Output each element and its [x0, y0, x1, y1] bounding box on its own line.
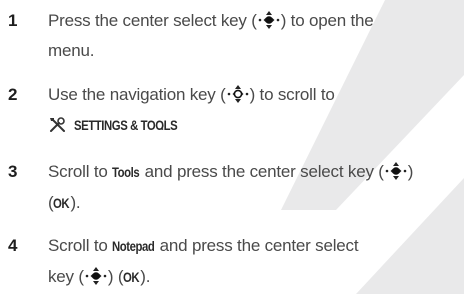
- settings-tools-icon: [50, 117, 65, 132]
- step-number: 4: [8, 236, 18, 255]
- step-number: 3: [8, 162, 18, 181]
- step-number: 2: [8, 85, 18, 104]
- step-text: Scroll to Tools and press the center sel…: [48, 157, 458, 219]
- menu-item: Notepad: [112, 239, 155, 254]
- step-number: 1: [8, 11, 18, 30]
- step-text: Scroll to Notepad and press the center s…: [48, 231, 458, 293]
- step-text: Press the center select key ( ) to open …: [48, 11, 374, 60]
- softkey-label: OK: [53, 196, 70, 211]
- center-select-key-icon: [258, 11, 279, 29]
- center-select-key-icon: [385, 162, 407, 180]
- softkey-label: OK: [123, 270, 140, 285]
- center-select-key-icon: [85, 267, 107, 285]
- step-text: Use the navigation key ( ) to scroll to: [48, 80, 458, 141]
- instruction-steps: 1 Press the center select key ( ) to ope…: [0, 0, 464, 294]
- menu-item: Tools: [112, 165, 140, 180]
- menu-name: SETTINGS & TOOLS: [74, 118, 178, 133]
- navigation-key-icon: [227, 85, 248, 103]
